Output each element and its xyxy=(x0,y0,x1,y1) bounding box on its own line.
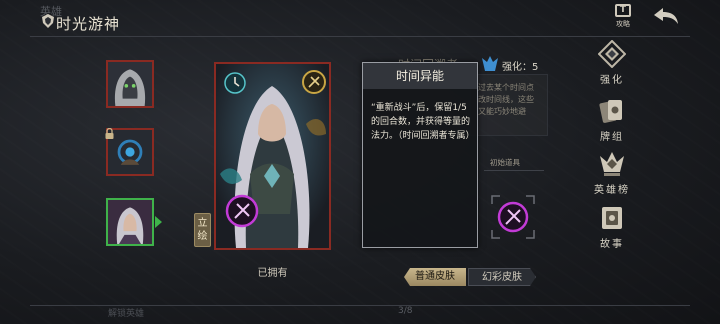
hero-portrait-3[interactable] xyxy=(106,198,154,246)
enhance-level: 强化：5 xyxy=(502,62,539,73)
story-icon xyxy=(602,207,622,229)
page-indicator: 3/8 xyxy=(398,306,413,316)
owned-status: 已拥有 xyxy=(257,268,288,279)
stand-portrait-button[interactable]: 立绘 xyxy=(194,213,211,247)
enhance-icon xyxy=(598,40,626,68)
guide-icon: T xyxy=(615,4,631,17)
skin-tabs: 普通皮肤 幻彩皮肤 xyxy=(400,268,540,286)
side-menu-label: 英雄榜 xyxy=(594,185,630,196)
side-menu-story[interactable]: 故事 xyxy=(592,204,632,250)
initial-tool-label: 初始道具 xyxy=(490,158,520,167)
selected-arrow-icon xyxy=(155,216,162,228)
footer-ghost-text: 解锁英雄 xyxy=(108,309,145,319)
enhance-level-icon xyxy=(482,56,498,71)
deck-icon xyxy=(599,100,622,123)
header: 英雄 时光游神 T 攻略 xyxy=(0,0,720,36)
hero-portrait-1[interactable] xyxy=(106,60,154,108)
guide-button[interactable]: T 攻略 xyxy=(612,4,634,28)
initial-tool-icon[interactable] xyxy=(490,194,536,240)
ranking-icon xyxy=(600,152,624,176)
gold-ability-icon xyxy=(302,70,326,94)
time-ability-icon xyxy=(224,72,246,94)
ability-tooltip: 时间异能 “重新战斗”后，保留1/5的回合数，并获得等量的法力。（时间回溯者专属… xyxy=(362,62,478,248)
hero-description-line: 改时间线，这些 xyxy=(478,95,534,104)
ability-sword-icon xyxy=(225,194,259,228)
divider xyxy=(484,170,544,171)
guide-label: 攻略 xyxy=(616,20,630,28)
hero-card[interactable] xyxy=(214,62,331,250)
side-menu-deck[interactable]: 牌组 xyxy=(592,97,632,143)
shield-icon xyxy=(42,14,54,28)
tooltip-title: 时间异能 xyxy=(363,63,477,89)
side-menu-ranking[interactable]: 英雄榜 xyxy=(592,150,632,196)
lock-icon xyxy=(105,128,114,139)
page-title: 时光游神 xyxy=(56,15,121,33)
side-menu-label: 故事 xyxy=(600,239,624,250)
side-menu-label: 牌组 xyxy=(600,132,624,143)
hero-description-line: 过去某个时间点 xyxy=(478,83,534,92)
tab-special-skin[interactable]: 幻彩皮肤 xyxy=(468,268,536,286)
hero-portrait-art xyxy=(108,200,152,244)
side-menu-enhance[interactable]: 强化 xyxy=(592,40,632,86)
hero-portrait-art xyxy=(108,130,152,174)
hero-description-line: 又能巧妙地避 xyxy=(478,107,526,116)
tooltip-body: “重新战斗”后，保留1/5的回合数，并获得等量的法力。（时间回溯者专属） xyxy=(371,103,475,141)
hero-portrait-art xyxy=(108,62,152,106)
back-arrow-icon[interactable] xyxy=(652,6,680,26)
side-menu-label: 强化 xyxy=(600,75,624,86)
tab-normal-skin[interactable]: 普通皮肤 xyxy=(404,268,466,286)
